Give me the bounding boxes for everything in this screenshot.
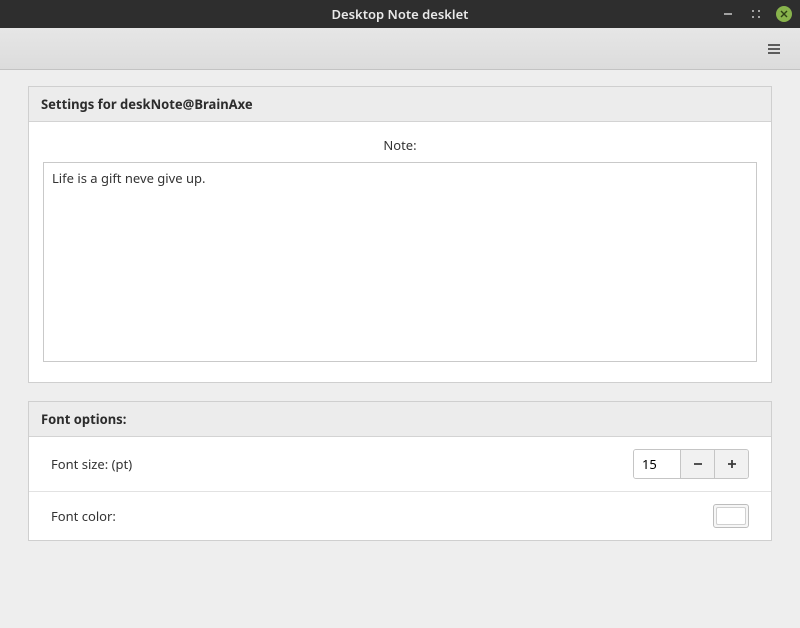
font-size-row: Font size: (pt) <box>29 437 771 491</box>
font-size-decrement[interactable] <box>680 450 714 478</box>
font-options-panel: Font options: Font size: (pt) Font color… <box>28 401 772 541</box>
font-size-stepper <box>633 449 749 479</box>
font-options-header: Font options: <box>29 402 771 437</box>
settings-panel: Settings for deskNote@BrainAxe Note: <box>28 86 772 383</box>
content-area: Settings for deskNote@BrainAxe Note: Fon… <box>0 70 800 575</box>
font-size-label: Font size: (pt) <box>51 455 633 473</box>
window-controls <box>720 0 792 28</box>
close-button[interactable] <box>776 6 792 22</box>
font-color-label: Font color: <box>51 507 713 525</box>
toolbar <box>0 28 800 70</box>
titlebar: Desktop Note desklet <box>0 0 800 28</box>
note-textarea[interactable] <box>43 162 757 362</box>
minimize-button[interactable] <box>720 6 736 22</box>
font-size-increment[interactable] <box>714 450 748 478</box>
font-color-button[interactable] <box>713 504 749 528</box>
settings-panel-header: Settings for deskNote@BrainAxe <box>29 87 771 122</box>
maximize-button[interactable] <box>748 6 764 22</box>
note-label: Note: <box>43 132 757 162</box>
font-color-row: Font color: <box>29 491 771 540</box>
menu-icon[interactable] <box>762 37 786 61</box>
font-size-input[interactable] <box>634 450 680 478</box>
font-color-swatch <box>716 507 746 525</box>
note-section: Note: <box>29 122 771 382</box>
window-title: Desktop Note desklet <box>332 5 469 23</box>
